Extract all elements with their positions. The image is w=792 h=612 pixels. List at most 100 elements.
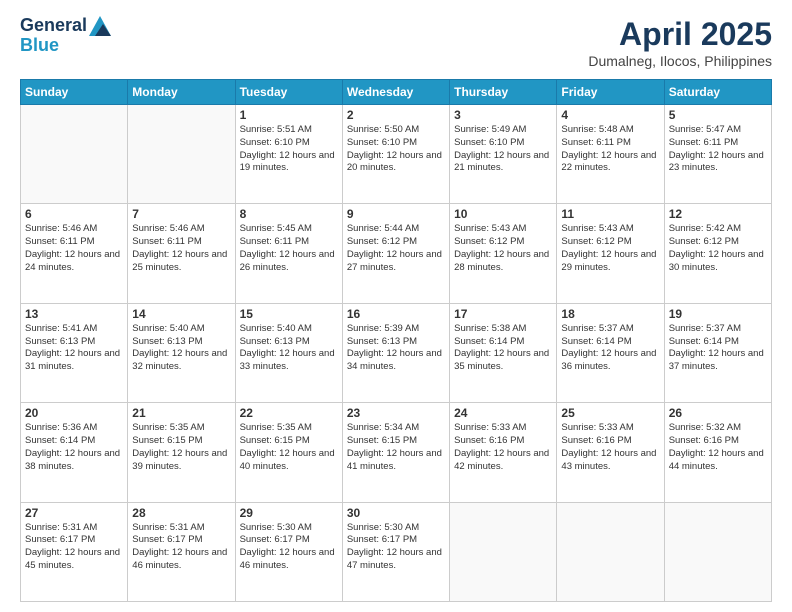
day-number: 26 — [669, 406, 767, 420]
page: General Blue April 2025 Dumalneg, Ilocos… — [0, 0, 792, 612]
col-saturday: Saturday — [664, 80, 771, 105]
calendar-cell — [557, 502, 664, 601]
day-number: 30 — [347, 506, 445, 520]
day-number: 6 — [25, 207, 123, 221]
col-sunday: Sunday — [21, 80, 128, 105]
calendar-cell: 3 Sunrise: 5:49 AMSunset: 6:10 PMDaylight… — [450, 105, 557, 204]
calendar-cell: 17Sunrise: 5:38 AMSunset: 6:14 PMDayligh… — [450, 303, 557, 402]
calendar-cell: 4 Sunrise: 5:48 AMSunset: 6:11 PMDaylight… — [557, 105, 664, 204]
day-number: 18 — [561, 307, 659, 321]
day-number: 3 — [454, 108, 552, 122]
day-info: Sunrise: 5:50 AMSunset: 6:10 PMDaylight:… — [347, 124, 445, 175]
day-number: 29 — [240, 506, 338, 520]
day-number: 14 — [132, 307, 230, 321]
calendar-cell: 6 Sunrise: 5:46 AMSunset: 6:11 PMDaylight… — [21, 204, 128, 303]
day-info: Sunrise: 5:51 AMSunset: 6:10 PMDaylight:… — [240, 124, 338, 175]
day-number: 25 — [561, 406, 659, 420]
day-info: Sunrise: 5:49 AMSunset: 6:10 PMDaylight:… — [454, 124, 552, 175]
calendar-cell: 8 Sunrise: 5:45 AMSunset: 6:11 PMDaylight… — [235, 204, 342, 303]
day-info: Sunrise: 5:31 AMSunset: 6:17 PMDaylight:… — [132, 522, 230, 573]
day-number: 2 — [347, 108, 445, 122]
calendar-cell: 20 Sunrise: 5:36 AMSunset: 6:14 PMDayligh… — [21, 403, 128, 502]
calendar-subtitle: Dumalneg, Ilocos, Philippines — [588, 53, 772, 69]
day-info: Sunrise: 5:31 AMSunset: 6:17 PMDaylight:… — [25, 522, 123, 573]
day-info: Sunrise: 5:40 AMSunset: 6:13 PMDaylight:… — [240, 323, 338, 374]
day-number: 24 — [454, 406, 552, 420]
calendar-header-row: Sunday Monday Tuesday Wednesday Thursday… — [21, 80, 772, 105]
day-number: 16 — [347, 307, 445, 321]
day-number: 21 — [132, 406, 230, 420]
day-number: 7 — [132, 207, 230, 221]
day-number: 20 — [25, 406, 123, 420]
day-number: 13 — [25, 307, 123, 321]
col-friday: Friday — [557, 80, 664, 105]
calendar-title: April 2025 — [588, 16, 772, 53]
calendar-cell: 21 Sunrise: 5:35 AMSunset: 6:15 PMDayligh… — [128, 403, 235, 502]
calendar-cell: 14 Sunrise: 5:40 AMSunset: 6:13 PMDayligh… — [128, 303, 235, 402]
day-info: Sunrise: 5:40 AMSunset: 6:13 PMDaylight:… — [132, 323, 230, 374]
day-info: Sunrise: 5:36 AMSunset: 6:14 PMDaylight:… — [25, 422, 123, 473]
calendar-week-row: 20 Sunrise: 5:36 AMSunset: 6:14 PMDayligh… — [21, 403, 772, 502]
logo-icon — [89, 16, 111, 36]
day-number: 28 — [132, 506, 230, 520]
day-number: 5 — [669, 108, 767, 122]
calendar-cell: 5 Sunrise: 5:47 AMSunset: 6:11 PMDaylight… — [664, 105, 771, 204]
day-number: 10 — [454, 207, 552, 221]
calendar-cell: 13 Sunrise: 5:41 AMSunset: 6:13 PMDayligh… — [21, 303, 128, 402]
day-info: Sunrise: 5:32 AMSunset: 6:16 PMDaylight:… — [669, 422, 767, 473]
day-number: 8 — [240, 207, 338, 221]
col-thursday: Thursday — [450, 80, 557, 105]
day-number: 19 — [669, 307, 767, 321]
col-tuesday: Tuesday — [235, 80, 342, 105]
calendar-week-row: 6 Sunrise: 5:46 AMSunset: 6:11 PMDaylight… — [21, 204, 772, 303]
col-monday: Monday — [128, 80, 235, 105]
calendar-cell — [21, 105, 128, 204]
day-info: Sunrise: 5:42 AMSunset: 6:12 PMDaylight:… — [669, 223, 767, 274]
day-info: Sunrise: 5:33 AMSunset: 6:16 PMDaylight:… — [454, 422, 552, 473]
day-info: Sunrise: 5:43 AMSunset: 6:12 PMDaylight:… — [454, 223, 552, 274]
calendar-cell: 7 Sunrise: 5:46 AMSunset: 6:11 PMDaylight… — [128, 204, 235, 303]
day-info: Sunrise: 5:35 AMSunset: 6:15 PMDaylight:… — [132, 422, 230, 473]
calendar-week-row: 1 Sunrise: 5:51 AMSunset: 6:10 PMDaylight… — [21, 105, 772, 204]
calendar-cell — [450, 502, 557, 601]
calendar-cell: 25 Sunrise: 5:33 AMSunset: 6:16 PMDayligh… — [557, 403, 664, 502]
day-number: 9 — [347, 207, 445, 221]
day-number: 12 — [669, 207, 767, 221]
day-info: Sunrise: 5:46 AMSunset: 6:11 PMDaylight:… — [132, 223, 230, 274]
logo-general: General — [20, 15, 87, 35]
day-info: Sunrise: 5:43 AMSunset: 6:12 PMDaylight:… — [561, 223, 659, 274]
calendar-cell: 9 Sunrise: 5:44 AMSunset: 6:12 PMDaylight… — [342, 204, 449, 303]
day-number: 22 — [240, 406, 338, 420]
day-number: 1 — [240, 108, 338, 122]
calendar-cell: 10 Sunrise: 5:43 AMSunset: 6:12 PMDayligh… — [450, 204, 557, 303]
calendar-cell: 15 Sunrise: 5:40 AMSunset: 6:13 PMDayligh… — [235, 303, 342, 402]
day-info: Sunrise: 5:35 AMSunset: 6:15 PMDaylight:… — [240, 422, 338, 473]
calendar-cell: 26 Sunrise: 5:32 AMSunset: 6:16 PMDayligh… — [664, 403, 771, 502]
calendar-table: Sunday Monday Tuesday Wednesday Thursday… — [20, 79, 772, 602]
calendar-cell: 1 Sunrise: 5:51 AMSunset: 6:10 PMDaylight… — [235, 105, 342, 204]
day-info: Sunrise: 5:33 AMSunset: 6:16 PMDaylight:… — [561, 422, 659, 473]
day-number: 15 — [240, 307, 338, 321]
day-number: 23 — [347, 406, 445, 420]
calendar-week-row: 27Sunrise: 5:31 AMSunset: 6:17 PMDayligh… — [21, 502, 772, 601]
day-info: Sunrise: 5:46 AMSunset: 6:11 PMDaylight:… — [25, 223, 123, 274]
calendar-cell: 11 Sunrise: 5:43 AMSunset: 6:12 PMDayligh… — [557, 204, 664, 303]
day-info: Sunrise: 5:37 AMSunset: 6:14 PMDaylight:… — [561, 323, 659, 374]
calendar-cell — [128, 105, 235, 204]
calendar-cell: 16 Sunrise: 5:39 AMSunset: 6:13 PMDayligh… — [342, 303, 449, 402]
calendar-cell: 30Sunrise: 5:30 AMSunset: 6:17 PMDayligh… — [342, 502, 449, 601]
day-info: Sunrise: 5:47 AMSunset: 6:11 PMDaylight:… — [669, 124, 767, 175]
day-info: Sunrise: 5:37 AMSunset: 6:14 PMDaylight:… — [669, 323, 767, 374]
calendar-cell: 12 Sunrise: 5:42 AMSunset: 6:12 PMDayligh… — [664, 204, 771, 303]
day-info: Sunrise: 5:41 AMSunset: 6:13 PMDaylight:… — [25, 323, 123, 374]
day-info: Sunrise: 5:44 AMSunset: 6:12 PMDaylight:… — [347, 223, 445, 274]
day-number: 11 — [561, 207, 659, 221]
day-number: 4 — [561, 108, 659, 122]
logo: General Blue — [20, 16, 111, 56]
calendar-cell: 19 Sunrise: 5:37 AMSunset: 6:14 PMDayligh… — [664, 303, 771, 402]
day-info: Sunrise: 5:39 AMSunset: 6:13 PMDaylight:… — [347, 323, 445, 374]
calendar-week-row: 13 Sunrise: 5:41 AMSunset: 6:13 PMDayligh… — [21, 303, 772, 402]
day-info: Sunrise: 5:48 AMSunset: 6:11 PMDaylight:… — [561, 124, 659, 175]
day-info: Sunrise: 5:45 AMSunset: 6:11 PMDaylight:… — [240, 223, 338, 274]
calendar-cell: 2 Sunrise: 5:50 AMSunset: 6:10 PMDaylight… — [342, 105, 449, 204]
